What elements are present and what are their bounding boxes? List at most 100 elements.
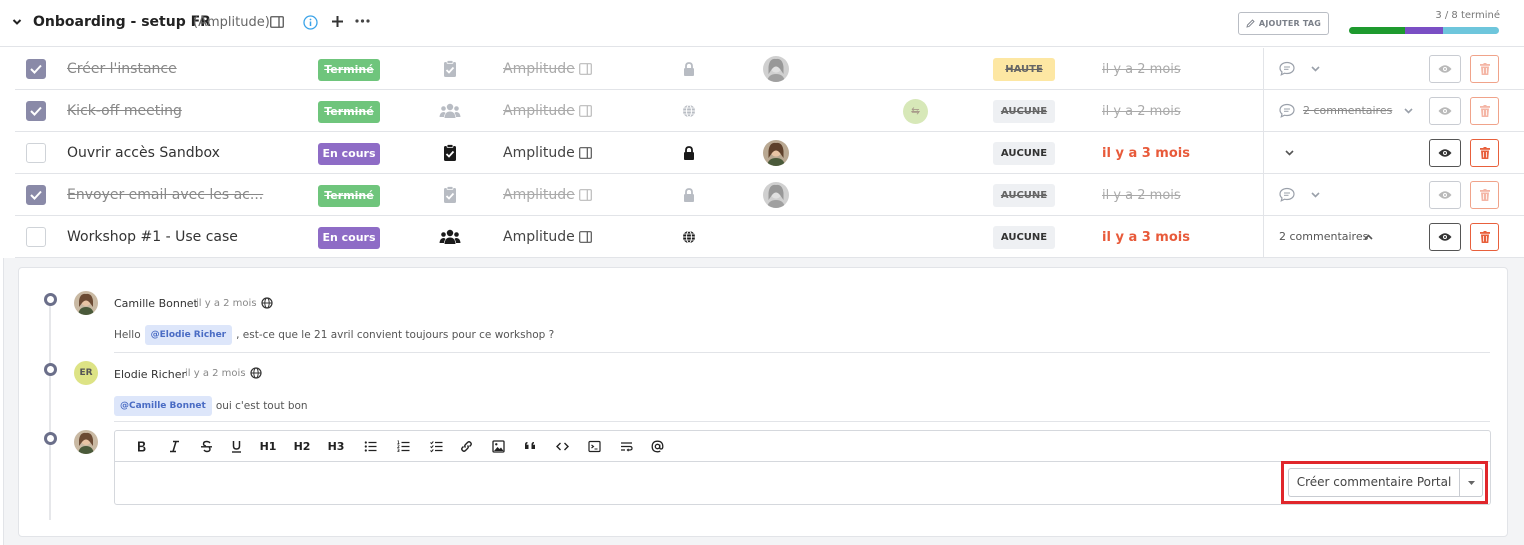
globe-icon[interactable] [682, 230, 696, 244]
table-row[interactable]: Envoyer email avec les ac... Terminé Ampli… [15, 174, 1524, 216]
bullet-list-icon[interactable] [361, 438, 379, 454]
plus-icon[interactable] [331, 15, 344, 28]
priority-badge[interactable]: AUCUNE [993, 184, 1055, 207]
italic-icon[interactable] [165, 438, 183, 454]
panel-icon[interactable] [578, 231, 592, 243]
task-name[interactable]: Ouvrir accès Sandbox [67, 145, 220, 161]
add-tag-button[interactable]: AJOUTER TAG [1238, 12, 1329, 35]
lock-icon[interactable] [682, 188, 696, 202]
table-row[interactable]: Workshop #1 - Use case En cours Amplitude A… [15, 216, 1524, 258]
trash-icon [1471, 189, 1498, 201]
comment-icon[interactable] [1279, 61, 1295, 76]
info-icon[interactable] [303, 15, 318, 30]
bold-icon[interactable] [132, 438, 150, 454]
chevron-down-icon[interactable] [1404, 108, 1413, 114]
chevron-down-icon[interactable] [1285, 150, 1294, 156]
submit-options-button[interactable] [1459, 468, 1483, 497]
task-checkbox[interactable] [26, 101, 46, 121]
comments-count[interactable]: 2 commentaires [1303, 104, 1392, 117]
column-divider [1263, 90, 1264, 132]
priority-badge[interactable]: AUCUNE [993, 100, 1055, 123]
delete-button[interactable] [1470, 55, 1499, 83]
task-project[interactable]: Amplitude [503, 145, 592, 161]
task-checkbox[interactable] [26, 59, 46, 79]
column-divider [1263, 132, 1264, 174]
assignee-avatar[interactable] [763, 56, 789, 82]
priority-badge[interactable]: AUCUNE [993, 142, 1055, 165]
task-name[interactable]: Créer l'instance [67, 61, 177, 77]
lock-icon[interactable] [682, 62, 696, 76]
globe-icon[interactable] [682, 104, 696, 118]
view-button[interactable] [1429, 181, 1461, 209]
status-badge[interactable]: En cours [318, 227, 380, 249]
comment-icon[interactable] [1279, 187, 1295, 202]
delete-button[interactable] [1470, 139, 1499, 167]
panel-icon[interactable] [578, 147, 592, 159]
quote-icon[interactable] [521, 438, 539, 454]
task-name[interactable]: Envoyer email avec les ac... [67, 187, 263, 203]
view-button[interactable] [1429, 55, 1461, 83]
table-row[interactable]: Créer l'instance Terminé Amplitude HAUTE il … [15, 48, 1524, 90]
priority-badge[interactable]: AUCUNE [993, 226, 1055, 249]
heading-h3-button[interactable]: H3 [327, 438, 345, 454]
link-icon[interactable] [457, 438, 475, 454]
status-badge[interactable]: Terminé [318, 101, 380, 123]
chevron-up-icon[interactable] [1364, 234, 1373, 240]
strikethrough-icon[interactable] [197, 438, 215, 454]
wrap-icon[interactable] [617, 438, 635, 454]
task-project[interactable]: Amplitude [503, 187, 592, 203]
code-block-icon[interactable] [585, 438, 603, 454]
task-name[interactable]: Kick-off meeting [67, 103, 182, 119]
mention-tag[interactable]: @Camille Bonnet [114, 396, 212, 416]
status-badge[interactable]: En cours [318, 143, 380, 165]
more-icon[interactable] [355, 18, 370, 24]
task-checkbox[interactable] [26, 143, 46, 163]
assignee-avatar[interactable] [763, 182, 789, 208]
heading-h2-button[interactable]: H2 [293, 438, 311, 454]
status-badge[interactable]: Terminé [318, 185, 380, 207]
task-checkbox[interactable] [26, 185, 46, 205]
mention-icon[interactable] [648, 438, 666, 454]
task-project[interactable]: Amplitude [503, 61, 592, 77]
view-button[interactable] [1429, 97, 1461, 125]
due-date: il y a 2 mois [1102, 188, 1181, 203]
priority-badge[interactable]: HAUTE [993, 58, 1055, 81]
lock-icon[interactable] [682, 146, 696, 160]
code-icon[interactable] [553, 438, 571, 454]
checklist-icon[interactable] [427, 438, 445, 454]
delete-button[interactable] [1470, 223, 1499, 251]
panel-icon[interactable] [578, 63, 592, 75]
chevron-down-icon[interactable] [1311, 192, 1320, 198]
link-badge[interactable]: ⇆ [903, 99, 928, 124]
table-row[interactable]: Kick-off meeting Terminé Amplitude ⇆ AUCUNE i… [15, 90, 1524, 132]
panel-icon[interactable] [270, 16, 284, 28]
image-icon[interactable] [489, 438, 507, 454]
view-button[interactable] [1429, 223, 1461, 251]
task-project[interactable]: Amplitude [503, 103, 592, 119]
comment-icon[interactable] [1279, 103, 1295, 118]
chevron-down-icon[interactable] [1311, 66, 1320, 72]
heading-h1-button[interactable]: H1 [259, 438, 277, 454]
due-date: il y a 2 mois [1102, 62, 1181, 77]
comment-timeline [49, 300, 51, 520]
table-row[interactable]: Ouvrir accès Sandbox En cours Amplitude AUC… [15, 132, 1524, 174]
mention-tag[interactable]: @Elodie Richer [144, 325, 233, 345]
task-project[interactable]: Amplitude [503, 229, 592, 245]
delete-button[interactable] [1470, 97, 1499, 125]
panel-icon[interactable] [578, 189, 592, 201]
chevron-down-icon[interactable] [12, 17, 22, 27]
column-divider [1263, 48, 1264, 90]
delete-button[interactable] [1470, 181, 1499, 209]
view-button[interactable] [1429, 139, 1461, 167]
status-badge[interactable]: Terminé [318, 59, 380, 81]
task-name[interactable]: Workshop #1 - Use case [67, 229, 238, 245]
panel-icon[interactable] [578, 105, 592, 117]
comments-count[interactable]: 2 commentaires [1279, 230, 1368, 243]
underline-icon[interactable] [227, 438, 245, 454]
create-portal-comment-button[interactable]: Créer commentaire Portal [1288, 468, 1459, 497]
comment-body: @Camille Bonnet oui c'est tout bon [114, 396, 308, 416]
due-date: il y a 3 mois [1102, 146, 1190, 161]
ordered-list-icon[interactable]: 123 [394, 438, 412, 454]
task-checkbox[interactable] [26, 227, 46, 247]
assignee-avatar[interactable] [763, 140, 789, 166]
